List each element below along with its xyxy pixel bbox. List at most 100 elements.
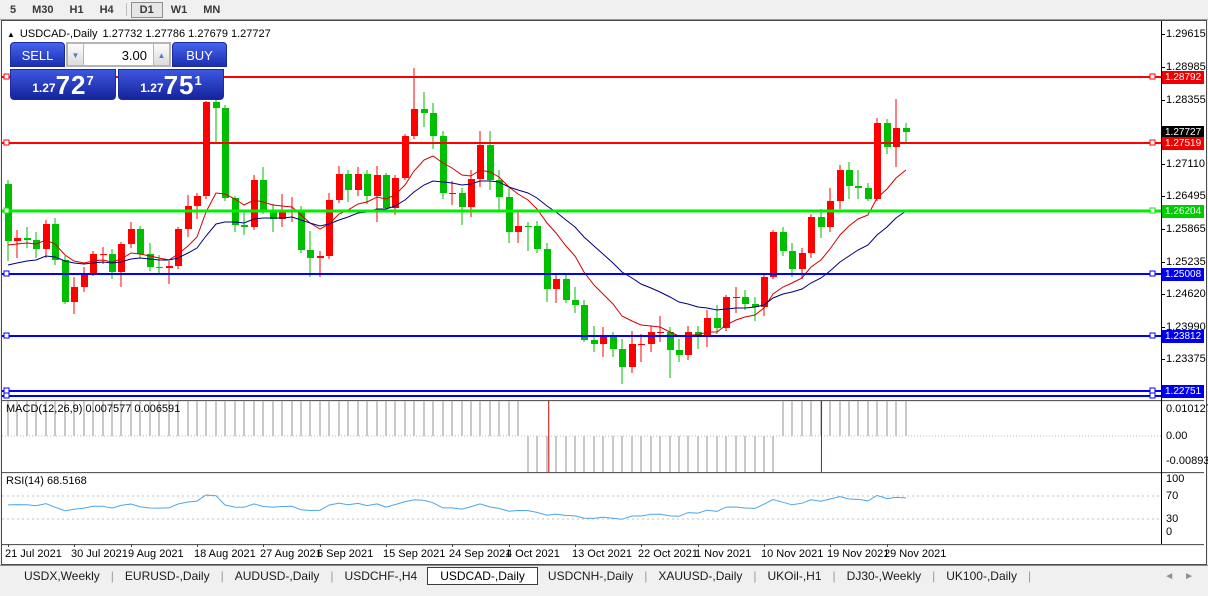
date-axis-label: 13 Oct 2021 xyxy=(572,548,632,560)
timeframe-button-d1[interactable]: D1 xyxy=(130,1,163,18)
date-axis-tick xyxy=(131,544,132,547)
price-axis-tick-label: 1.28355 xyxy=(1166,94,1206,106)
collapse-panel-icon[interactable]: ▲ xyxy=(7,30,15,39)
price-axis-tick xyxy=(1161,294,1165,295)
date-axis-tick xyxy=(74,544,75,547)
tab-separator: | xyxy=(330,569,334,583)
macd-axis-label: 0.010127 xyxy=(1166,403,1208,415)
price-axis-tick-label: 1.26495 xyxy=(1166,190,1206,202)
volume-input[interactable]: 3.00 xyxy=(84,43,153,66)
volume-down-button[interactable]: ▼ xyxy=(67,43,84,66)
price-axis-tick xyxy=(1161,100,1165,101)
date-axis-tick xyxy=(263,544,264,547)
timeframe-button-mn[interactable]: MN xyxy=(195,2,228,18)
date-axis-tick xyxy=(452,544,453,547)
price-axis-tick-label: 1.24620 xyxy=(1166,288,1206,300)
date-axis-label: 29 Nov 2021 xyxy=(884,548,947,560)
bid-prefix: 1.27 xyxy=(32,81,56,95)
buy-button[interactable]: BUY xyxy=(172,42,227,67)
chart-tab-bar: USDX,Weekly | EURUSD-,Daily | AUDUSD-,Daily |… xyxy=(0,565,1208,586)
date-axis-label: 10 Nov 2021 xyxy=(761,548,824,560)
date-axis-label: 1 Nov 2021 xyxy=(695,548,752,560)
volume-stepper: ▼ 3.00 ▲ xyxy=(66,42,171,67)
tab-separator: | xyxy=(644,569,648,583)
timeframe-button-m30[interactable]: M30 xyxy=(24,2,61,18)
price-tag-1.22751: 1.22751 xyxy=(1162,385,1204,398)
date-axis-label: 22 Oct 2021 xyxy=(638,548,698,560)
date-axis-tick xyxy=(386,544,387,547)
tab-separator: | xyxy=(832,569,836,583)
chart-tab-usdcnh-daily[interactable]: USDCNH-,Daily xyxy=(538,567,643,585)
date-axis-label: 18 Aug 2021 xyxy=(194,548,256,560)
chart-tab-audusd-daily[interactable]: AUDUSD-,Daily xyxy=(225,567,330,585)
timeframe-button-h4[interactable]: H4 xyxy=(92,2,122,18)
timeframe-button-w1[interactable]: W1 xyxy=(163,2,196,18)
sell-price-display[interactable]: 1.27 72 7 xyxy=(10,69,116,100)
chart-tab-usdx-weekly[interactable]: USDX,Weekly xyxy=(14,567,110,585)
tab-separator: | xyxy=(1027,569,1032,583)
rsi-axis-label: 0 xyxy=(1166,526,1173,538)
price-axis-tick-label: 1.25235 xyxy=(1166,256,1206,268)
timeframe-button-5[interactable]: 5 xyxy=(2,2,24,18)
price-axis-tick-label: 1.23375 xyxy=(1166,353,1206,365)
volume-up-button[interactable]: ▲ xyxy=(153,43,170,66)
rsi-axis-label: 100 xyxy=(1166,473,1185,485)
tab-separator: | xyxy=(932,569,936,583)
date-axis-tick xyxy=(320,544,321,547)
date-axis-tick xyxy=(887,544,888,547)
tab-separator: | xyxy=(220,569,224,583)
rsi-axis-label: 30 xyxy=(1166,513,1179,525)
timeframe-toolbar: 5 M30 H1 H4 D1 W1 MN xyxy=(0,0,1208,20)
tab-scroll-left-icon[interactable]: ◄ xyxy=(1164,571,1174,582)
ask-prefix: 1.27 xyxy=(140,81,164,95)
macd-axis-label: -0.008939 xyxy=(1166,455,1208,467)
macd-axis-label: 0.00 xyxy=(1166,430,1188,442)
rsi-plot xyxy=(2,494,1161,520)
price-axis-tick-label: 1.25865 xyxy=(1166,223,1206,235)
chart-tab-dj30-weekly[interactable]: DJ30-,Weekly xyxy=(837,567,931,585)
price-axis-tick xyxy=(1161,34,1165,35)
chart-tab-usdcad-daily[interactable]: USDCAD-,Daily xyxy=(427,567,538,585)
ask-pipette: 1 xyxy=(194,73,202,88)
price-axis-tick xyxy=(1161,67,1165,68)
chart-tab-uk100-daily[interactable]: UK100-,Daily xyxy=(936,567,1027,585)
date-axis-tick xyxy=(698,544,699,547)
date-axis-label: 15 Sep 2021 xyxy=(383,548,446,560)
sell-button[interactable]: SELL xyxy=(10,42,65,67)
price-tag-1.28792: 1.28792 xyxy=(1162,71,1204,84)
date-axis-tick xyxy=(509,544,510,547)
date-axis-label: 6 Sep 2021 xyxy=(317,548,374,560)
price-axis-tick-label: 1.29615 xyxy=(1166,28,1206,40)
price-axis-tick xyxy=(1161,229,1165,230)
bid-big-digits: 72 xyxy=(55,70,87,100)
date-axis-label: 19 Nov 2021 xyxy=(827,548,890,560)
macd-label: MACD(12,26,9) 0.007577 0.006591 xyxy=(6,403,181,415)
date-axis-tick xyxy=(8,544,9,547)
chart-tab-usdchf-h4[interactable]: USDCHF-,H4 xyxy=(335,567,428,585)
price-tag-1.26204: 1.26204 xyxy=(1162,205,1204,218)
price-tag-1.27519: 1.27519 xyxy=(1162,137,1204,150)
date-axis-tick xyxy=(764,544,765,547)
date-axis-label: 4 Oct 2021 xyxy=(506,548,560,560)
rsi-axis-label: 70 xyxy=(1166,490,1179,502)
timeframe-button-h1[interactable]: H1 xyxy=(62,2,92,18)
price-axis-tick xyxy=(1161,196,1165,197)
chart-symbol-label: USDCAD-,Daily xyxy=(19,28,98,40)
chart-tab-xauusd-daily[interactable]: XAUUSD-,Daily xyxy=(648,567,752,585)
chart-tab-ukoil-h1[interactable]: UKOil-,H1 xyxy=(758,567,832,585)
date-axis-label: 21 Jul 2021 xyxy=(5,548,62,560)
chart-tab-eurusd-daily[interactable]: EURUSD-,Daily xyxy=(115,567,220,585)
date-axis-tick xyxy=(197,544,198,547)
tab-scroll-right-icon[interactable]: ► xyxy=(1184,571,1194,582)
price-axis-tick-label: 1.27110 xyxy=(1166,158,1205,170)
date-axis-label: 30 Jul 2021 xyxy=(71,548,128,560)
date-axis-tick xyxy=(575,544,576,547)
date-axis-label: 9 Aug 2021 xyxy=(128,548,184,560)
tab-separator: | xyxy=(110,569,114,583)
price-axis-tick xyxy=(1161,359,1165,360)
date-axis-tick xyxy=(641,544,642,547)
date-axis-label: 27 Aug 2021 xyxy=(260,548,322,560)
price-axis-tick xyxy=(1161,262,1165,263)
tab-separator: | xyxy=(753,569,757,583)
buy-price-display[interactable]: 1.27 75 1 xyxy=(118,69,224,100)
